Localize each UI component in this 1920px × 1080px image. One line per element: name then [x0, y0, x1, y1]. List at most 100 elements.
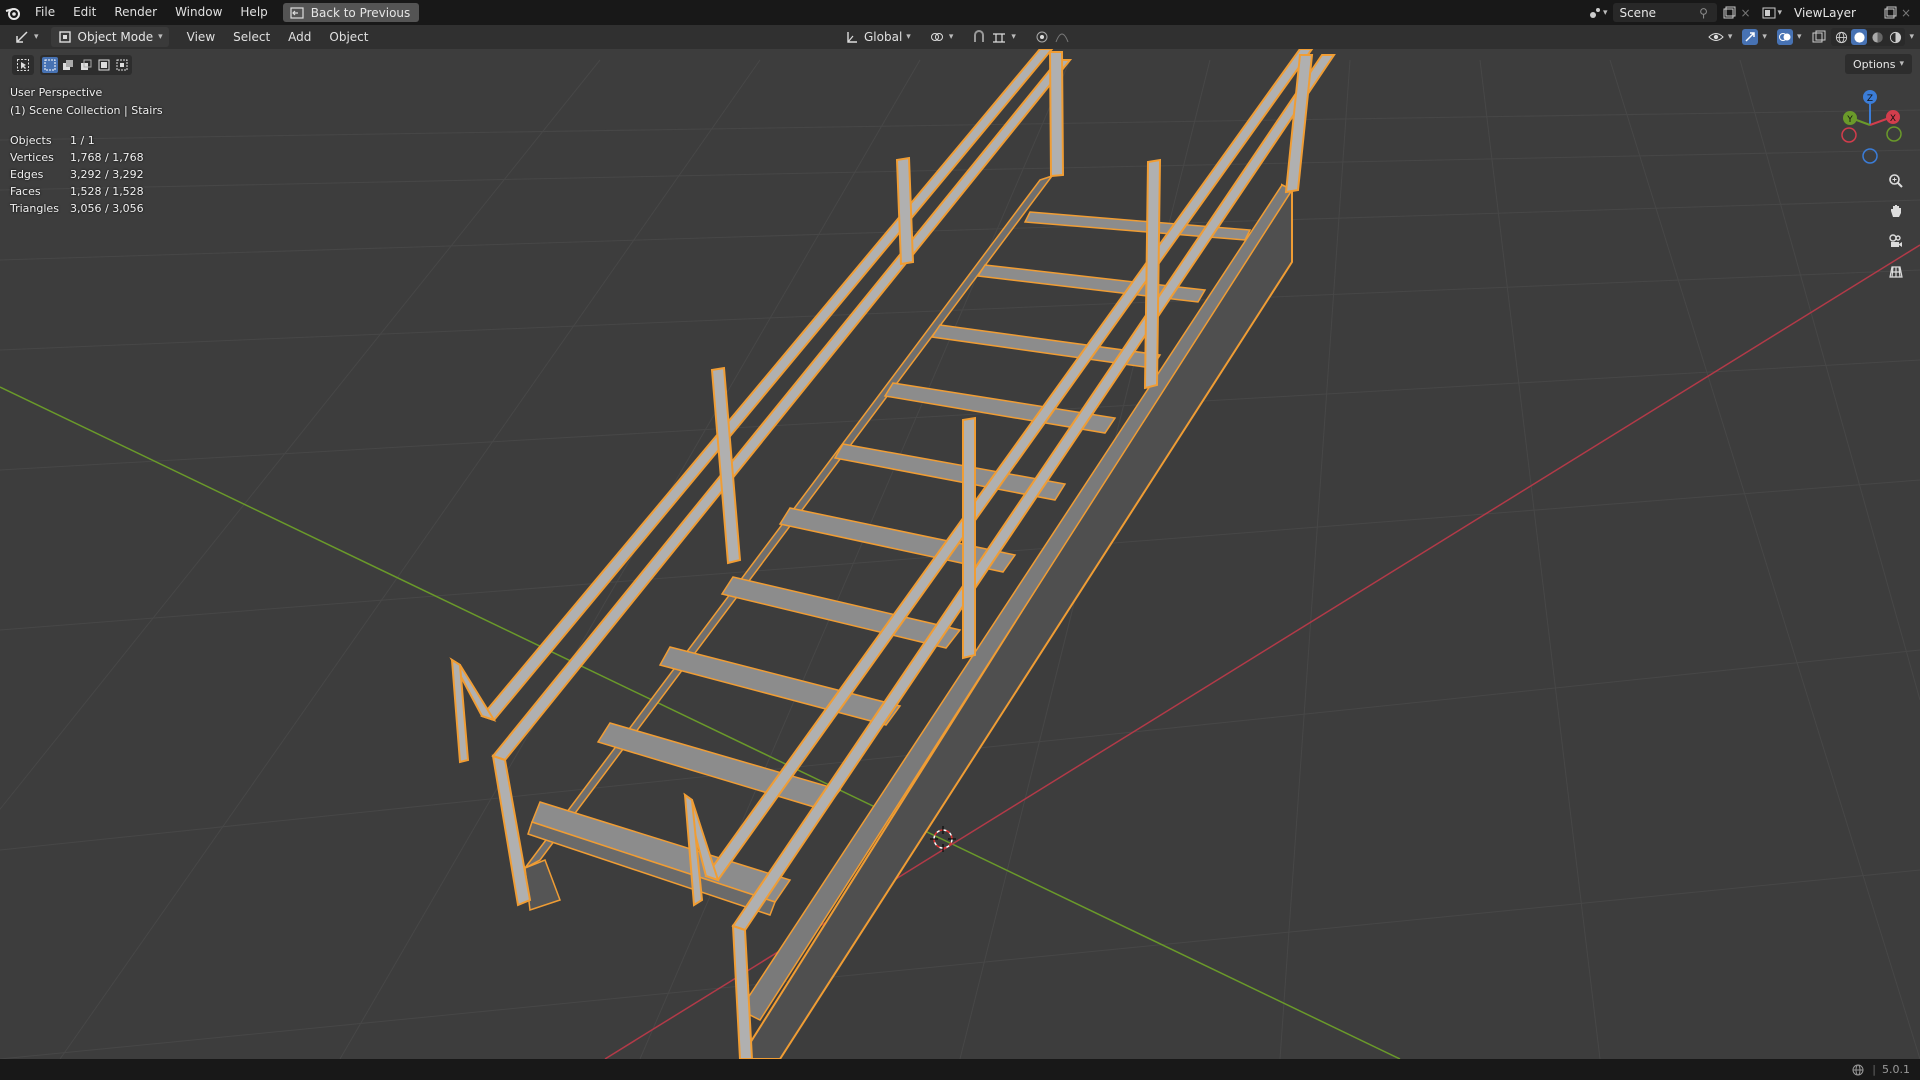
shading-mode-group [1831, 28, 1906, 46]
new-viewlayer-icon[interactable] [1882, 5, 1898, 21]
scene-field[interactable]: Scene ⚲ [1613, 3, 1718, 22]
stat-row: Vertices 1,768 / 1,768 [10, 149, 144, 166]
stat-value: 1,528 / 1,528 [70, 185, 144, 198]
editor-type-icon [14, 29, 30, 45]
menu-add[interactable]: Add [282, 27, 317, 47]
scene-icon[interactable] [1587, 5, 1603, 21]
viewlayer-icon[interactable] [1761, 5, 1777, 21]
zoom-button[interactable] [1884, 169, 1908, 193]
selection-mode-group [40, 55, 132, 75]
back-icon [289, 5, 305, 21]
stat-value: 3,292 / 3,292 [70, 168, 144, 181]
ortho-toggle-button[interactable] [1884, 259, 1908, 283]
select-extend-icon[interactable] [60, 57, 76, 73]
menu-window[interactable]: Window [166, 0, 231, 25]
snap-increment-icon[interactable] [991, 29, 1007, 45]
stat-value: 3,056 / 3,056 [70, 202, 144, 215]
menu-object[interactable]: Object [323, 27, 374, 47]
orientation-select[interactable]: Global ▾ [838, 27, 917, 47]
solid-shading-icon[interactable] [1851, 29, 1868, 45]
visibility-icon[interactable] [1708, 29, 1724, 45]
close-icon[interactable]: × [1737, 5, 1753, 21]
globe-icon [1850, 1062, 1866, 1078]
blender-logo-icon[interactable] [0, 0, 26, 25]
hand-pan-icon [1888, 203, 1904, 219]
select-tool-button[interactable] [12, 55, 34, 75]
select-subtract-icon[interactable] [78, 57, 94, 73]
menu-file[interactable]: File [26, 0, 64, 25]
options-label: Options [1853, 57, 1896, 71]
navigation-gizmo[interactable]: Z X Y [1841, 90, 1902, 164]
options-button[interactable]: Options ▾ [1845, 54, 1912, 74]
chevron-down-icon[interactable]: ▾ [1797, 32, 1802, 42]
scene-name: Scene [1619, 5, 1657, 20]
chevron-down-icon[interactable]: ▾ [1603, 8, 1608, 18]
view-name: User Perspective [10, 86, 103, 99]
left-stringer-bottom [524, 859, 561, 912]
collection-label: (1) Scene Collection | Stairs [10, 104, 163, 117]
stairs-object[interactable] [449, 49, 1336, 1059]
wireframe-shading-icon[interactable] [1833, 29, 1849, 45]
snap-icon[interactable] [971, 29, 987, 45]
viewport-display-controls: ▾ ▾ ▾ ▾ [1708, 27, 1914, 47]
viewport-canvas: Z X Y [0, 49, 1920, 1059]
chevron-down-icon[interactable]: ▾ [1777, 8, 1782, 18]
editor-type-button[interactable]: ▾ [8, 27, 45, 47]
menu-select[interactable]: Select [227, 27, 276, 47]
back-button-label: Back to Previous [310, 5, 411, 20]
new-scene-icon[interactable] [1721, 5, 1737, 21]
select-new-icon[interactable] [42, 57, 58, 73]
y-axis-line [0, 386, 1401, 1059]
gizmo-icon[interactable] [1742, 29, 1759, 45]
select-invert-icon[interactable] [96, 57, 112, 73]
top-menu-bar: File Edit Render Window Help Back to Pre… [0, 0, 1920, 25]
chevron-down-icon[interactable]: ▾ [1909, 32, 1914, 42]
menu-render[interactable]: Render [105, 0, 166, 25]
camera-view-button[interactable] [1884, 229, 1908, 253]
xray-icon[interactable] [1811, 29, 1827, 45]
select-intersect-icon[interactable] [114, 57, 130, 73]
gizmo-z-label: Z [1867, 94, 1873, 104]
chevron-down-icon[interactable]: ▾ [1762, 32, 1767, 42]
proportional-icon[interactable] [1034, 29, 1050, 45]
chevron-down-icon[interactable]: ▾ [1728, 32, 1733, 42]
rendered-shading-icon[interactable] [1887, 29, 1903, 45]
stat-row: Faces 1,528 / 1,528 [10, 183, 144, 200]
chevron-down-icon: ▾ [34, 32, 39, 42]
transform-controls: Global ▾ ▾ ▾ [838, 27, 1076, 47]
camera-icon [1888, 233, 1904, 249]
menu-view[interactable]: View [181, 27, 221, 47]
scene-statistics: Objects 1 / 1 Vertices 1,768 / 1,768 Edg… [10, 132, 144, 217]
overlay-icon[interactable] [1776, 29, 1793, 45]
menu-help[interactable]: Help [231, 0, 276, 25]
grid-ortho-icon [1888, 263, 1904, 279]
viewlayer-name: ViewLayer [1794, 5, 1856, 20]
pivot-select[interactable]: ▾ [923, 27, 960, 47]
proportional-group[interactable] [1028, 27, 1076, 47]
viewlayer-field[interactable]: ViewLayer [1788, 3, 1882, 22]
falloff-icon[interactable] [1054, 29, 1070, 45]
material-shading-icon[interactable] [1869, 29, 1885, 45]
orientation-icon [844, 29, 860, 45]
viewport-header: ▾ Object Mode ▾ View Select Add Object G… [0, 25, 1920, 49]
pivot-icon [929, 29, 945, 45]
chevron-down-icon: ▾ [1011, 32, 1016, 42]
chevron-down-icon: ▾ [158, 32, 163, 42]
status-divider: | [1872, 1063, 1876, 1076]
close-icon[interactable]: × [1898, 5, 1914, 21]
chevron-down-icon: ▾ [948, 32, 954, 42]
orientation-label: Global [864, 30, 903, 44]
chevron-down-icon: ▾ [1899, 59, 1904, 69]
mode-select[interactable]: Object Mode ▾ [50, 27, 169, 47]
3d-viewport[interactable]: Z X Y [0, 49, 1920, 1059]
stat-label: Edges [10, 168, 44, 181]
mode-label: Object Mode [77, 30, 154, 44]
object-mode-icon [57, 29, 73, 45]
chevron-down-icon: ▾ [906, 32, 911, 42]
pin-icon[interactable]: ⚲ [1695, 5, 1711, 21]
back-to-previous-button[interactable]: Back to Previous [282, 3, 420, 22]
pan-button[interactable] [1884, 199, 1908, 223]
snap-group[interactable]: ▾ [965, 27, 1022, 47]
menu-edit[interactable]: Edit [64, 0, 105, 25]
gizmo-x-label: X [1890, 114, 1896, 124]
